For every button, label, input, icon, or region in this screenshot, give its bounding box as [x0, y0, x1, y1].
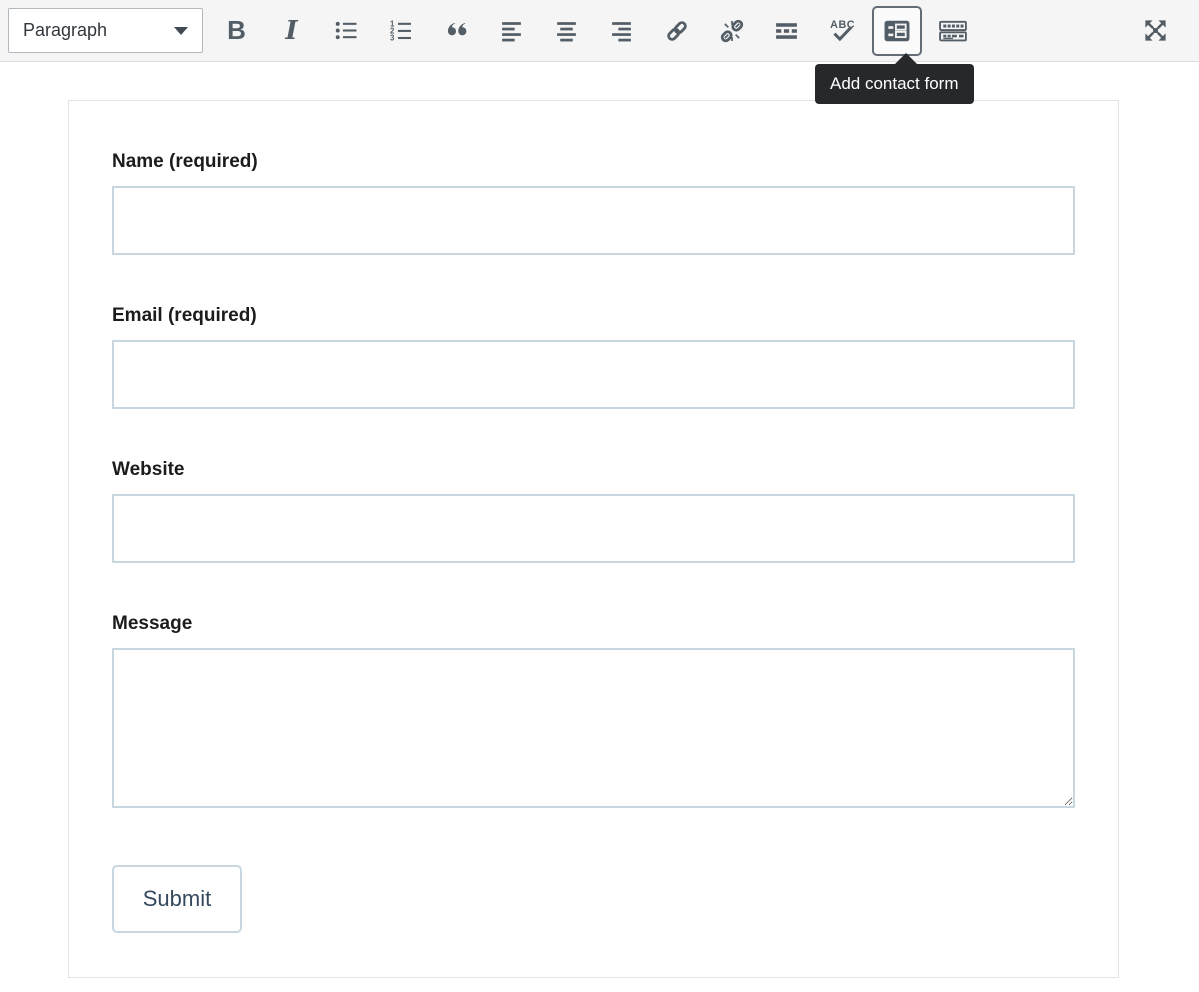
align-center-icon [554, 18, 579, 43]
email-field-label: Email (required) [112, 304, 1075, 327]
add-contact-form-button[interactable] [872, 6, 922, 56]
message-field[interactable] [112, 648, 1075, 808]
keyboard-icon [939, 18, 967, 44]
website-field-label: Website [112, 458, 1075, 481]
bold-button[interactable]: B [209, 6, 264, 56]
italic-button[interactable]: I [264, 6, 319, 56]
chevron-down-icon [174, 27, 188, 35]
tooltip-arrow [895, 53, 917, 64]
align-right-button[interactable] [594, 6, 649, 56]
message-field-label: Message [112, 612, 1075, 635]
fullscreen-button[interactable] [1128, 6, 1183, 56]
paragraph-format-dropdown[interactable]: Paragraph [8, 8, 203, 53]
website-field[interactable] [112, 494, 1075, 563]
align-right-icon [609, 18, 634, 43]
editor-content-area[interactable]: Name (required) Email (required) Website… [68, 100, 1119, 978]
italic-icon: I [285, 16, 297, 46]
remove-link-button[interactable] [704, 6, 759, 56]
numbered-list-icon: 1 2 3 [389, 18, 414, 43]
insert-more-tag-button[interactable] [759, 6, 814, 56]
name-field-label: Name (required) [112, 150, 1075, 173]
keyboard-shortcuts-button[interactable] [925, 6, 980, 56]
spellcheck-button[interactable]: ABC [814, 6, 869, 56]
spellcheck-abc-icon: ABC [828, 17, 856, 45]
contact-form-icon [884, 18, 910, 44]
align-left-icon [499, 18, 524, 43]
editor-toolbar: Paragraph B I 1 2 3 [0, 0, 1199, 62]
email-field[interactable] [112, 340, 1075, 409]
tooltip-text: Add contact form [830, 74, 959, 93]
submit-button[interactable]: Submit [112, 865, 242, 933]
name-field[interactable] [112, 186, 1075, 255]
numbered-list-button[interactable]: 1 2 3 [374, 6, 429, 56]
unlink-icon [719, 18, 745, 44]
bulleted-list-button[interactable] [319, 6, 374, 56]
blockquote-button[interactable] [429, 6, 484, 56]
blockquote-icon [443, 17, 470, 44]
add-contact-form-tooltip: Add contact form [815, 64, 974, 104]
fullscreen-icon [1142, 17, 1169, 44]
link-icon [664, 18, 690, 44]
format-dropdown-value: Paragraph [23, 20, 107, 41]
bold-icon: B [227, 15, 246, 46]
svg-text:3: 3 [390, 34, 395, 43]
more-tag-icon [774, 18, 799, 43]
insert-link-button[interactable] [649, 6, 704, 56]
align-center-button[interactable] [539, 6, 594, 56]
bulleted-list-icon [334, 18, 359, 43]
align-left-button[interactable] [484, 6, 539, 56]
